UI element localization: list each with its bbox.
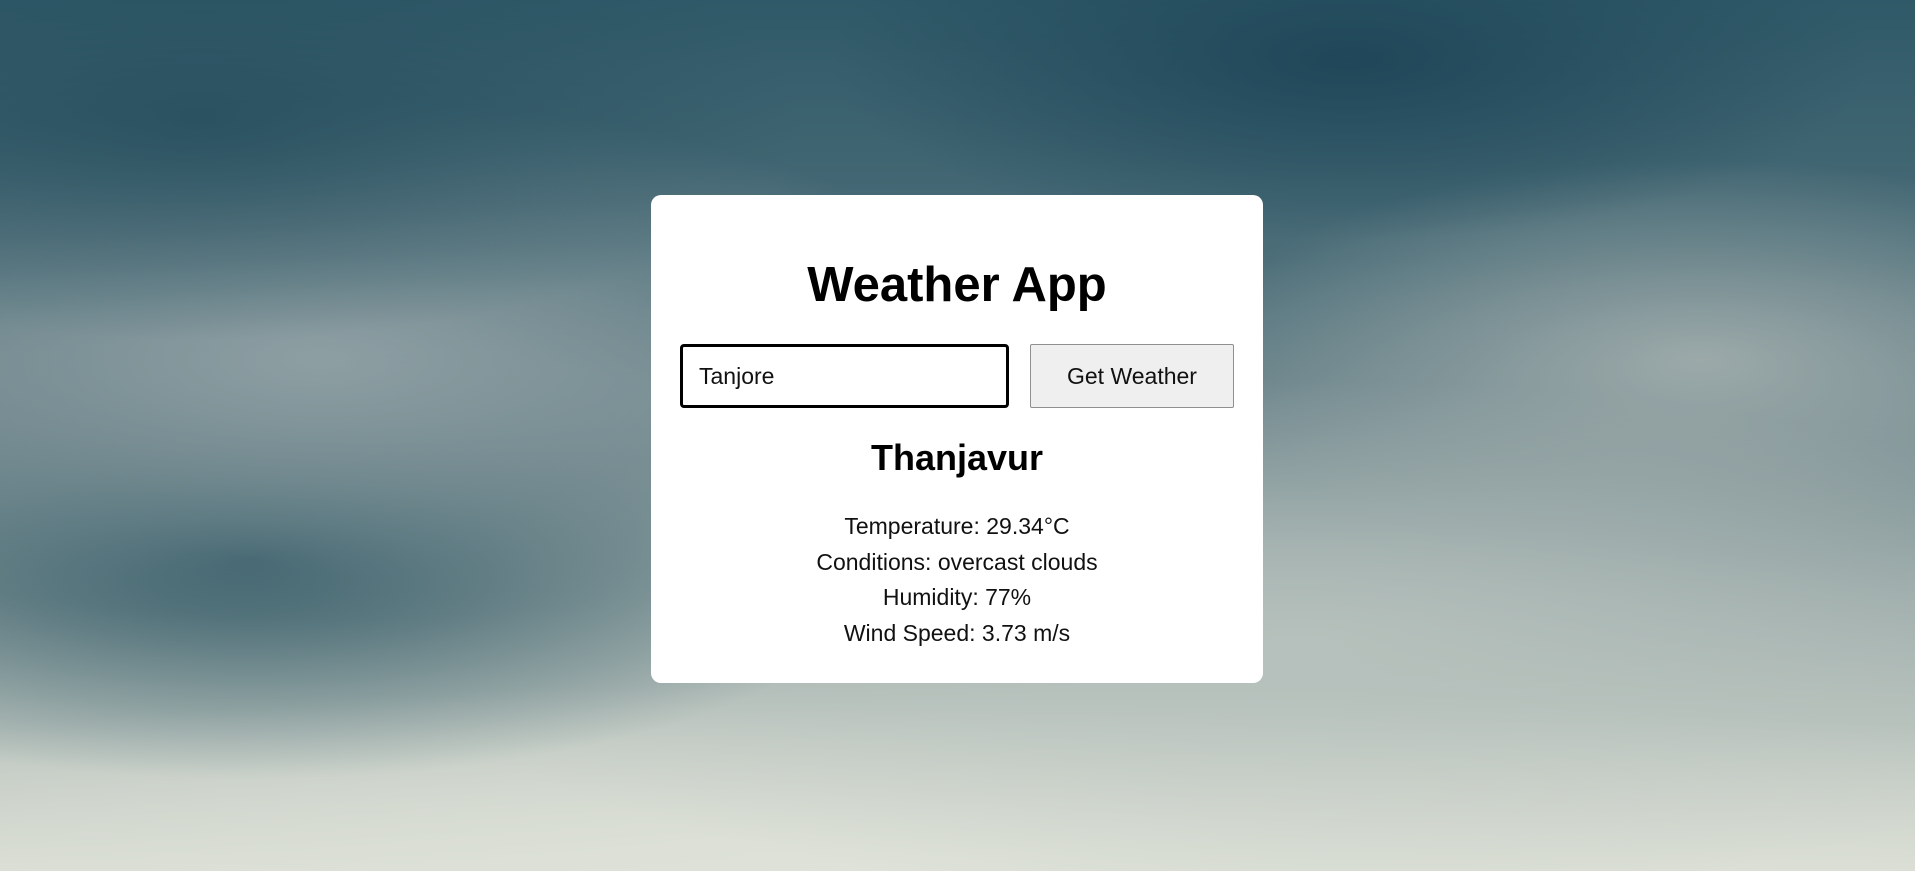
search-row: Get Weather (680, 344, 1234, 408)
wind-speed-text: Wind Speed: 3.73 m/s (843, 619, 1071, 646)
conditions-text: Conditions: overcast clouds (816, 548, 1098, 575)
app-title: Weather App (807, 258, 1107, 312)
get-weather-button[interactable]: Get Weather (1030, 344, 1234, 408)
city-name: Thanjavur (870, 437, 1044, 478)
temperature-text: Temperature: 29.34°C (844, 513, 1070, 539)
weather-details: Temperature: 29.34°C Conditions: overcas… (651, 509, 1263, 651)
weather-card: Weather App Get Weather Thanjavur Temper… (651, 195, 1263, 683)
city-input[interactable] (680, 344, 1009, 408)
humidity-text: Humidity: 77% (882, 584, 1032, 610)
